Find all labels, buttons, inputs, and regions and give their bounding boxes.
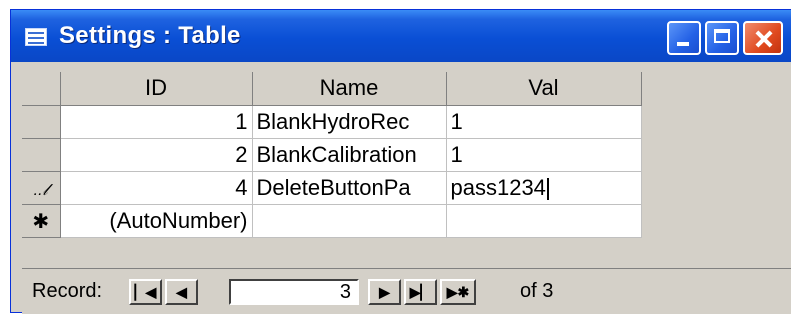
cell-val-editing[interactable]: pass1234	[446, 171, 642, 205]
new-record-row: ✱ (AutoNumber)	[22, 204, 642, 238]
last-record-icon: ▶▏	[409, 284, 432, 300]
next-record-icon: ▶	[379, 284, 390, 300]
minimize-button[interactable]	[667, 21, 701, 55]
column-header-id[interactable]: ID	[60, 72, 253, 106]
select-all-button[interactable]	[22, 72, 61, 106]
pencil-icon: ..𝓁	[33, 181, 48, 199]
cell-id[interactable]: 4	[60, 171, 253, 205]
previous-record-icon: ◀	[176, 284, 187, 300]
cell-name[interactable]: BlankHydroRec	[252, 105, 447, 139]
maximize-button[interactable]	[705, 21, 739, 55]
new-record-button[interactable]: ▶✱	[440, 279, 476, 305]
datasheet-grid: ID Name Val 1 BlankHydroRec 1 2 BlankCal…	[22, 72, 642, 238]
cell-id[interactable]: (AutoNumber)	[60, 204, 253, 238]
cell-name[interactable]: BlankCalibration	[252, 138, 447, 172]
record-selector-new[interactable]: ✱	[22, 204, 61, 238]
cell-name[interactable]	[252, 204, 447, 238]
close-button[interactable]	[743, 21, 783, 55]
table-row: ..𝓁 4 DeleteButtonPa pass1234	[22, 171, 642, 205]
first-record-icon: ▏◀	[134, 284, 157, 300]
table-window: Settings : Table ID Name Val 1 BlankHydr…	[10, 9, 791, 314]
record-selector-editing[interactable]: ..𝓁	[22, 171, 61, 205]
previous-record-button[interactable]: ◀	[165, 279, 198, 305]
cell-name[interactable]: DeleteButtonPa	[252, 171, 447, 205]
table-row: 1 BlankHydroRec 1	[22, 105, 642, 139]
cell-val[interactable]: 1	[446, 105, 642, 139]
last-record-button[interactable]: ▶▏	[404, 279, 437, 305]
title-bar[interactable]: Settings : Table	[11, 10, 791, 62]
column-header-val[interactable]: Val	[446, 72, 642, 106]
text-cursor	[546, 177, 549, 200]
new-record-icon: ▶✱	[446, 284, 470, 300]
record-navigator: Record: ▏◀ ◀ 3 ▶ ▶▏ ▶✱ of 3	[22, 268, 791, 314]
table-row: 2 BlankCalibration 1	[22, 138, 642, 172]
record-selector[interactable]	[22, 138, 61, 172]
next-record-button[interactable]: ▶	[368, 279, 401, 305]
cell-val[interactable]	[446, 204, 642, 238]
asterisk-icon: ✱	[32, 210, 50, 233]
current-record-input[interactable]: 3	[229, 279, 359, 305]
first-record-button[interactable]: ▏◀	[129, 279, 162, 305]
cell-id[interactable]: 1	[60, 105, 253, 139]
record-label: Record:	[32, 280, 103, 302]
cell-id[interactable]: 2	[60, 138, 253, 172]
record-selector[interactable]	[22, 105, 61, 139]
window-title: Settings : Table	[59, 22, 241, 49]
datasheet: ID Name Val 1 BlankHydroRec 1 2 BlankCal…	[11, 62, 791, 271]
cell-val[interactable]: 1	[446, 138, 642, 172]
header-row: ID Name Val	[22, 72, 642, 106]
table-icon	[25, 28, 47, 46]
column-header-name[interactable]: Name	[252, 72, 447, 106]
record-count: of 3	[520, 280, 554, 302]
cell-val-text: pass1234	[450, 174, 546, 200]
